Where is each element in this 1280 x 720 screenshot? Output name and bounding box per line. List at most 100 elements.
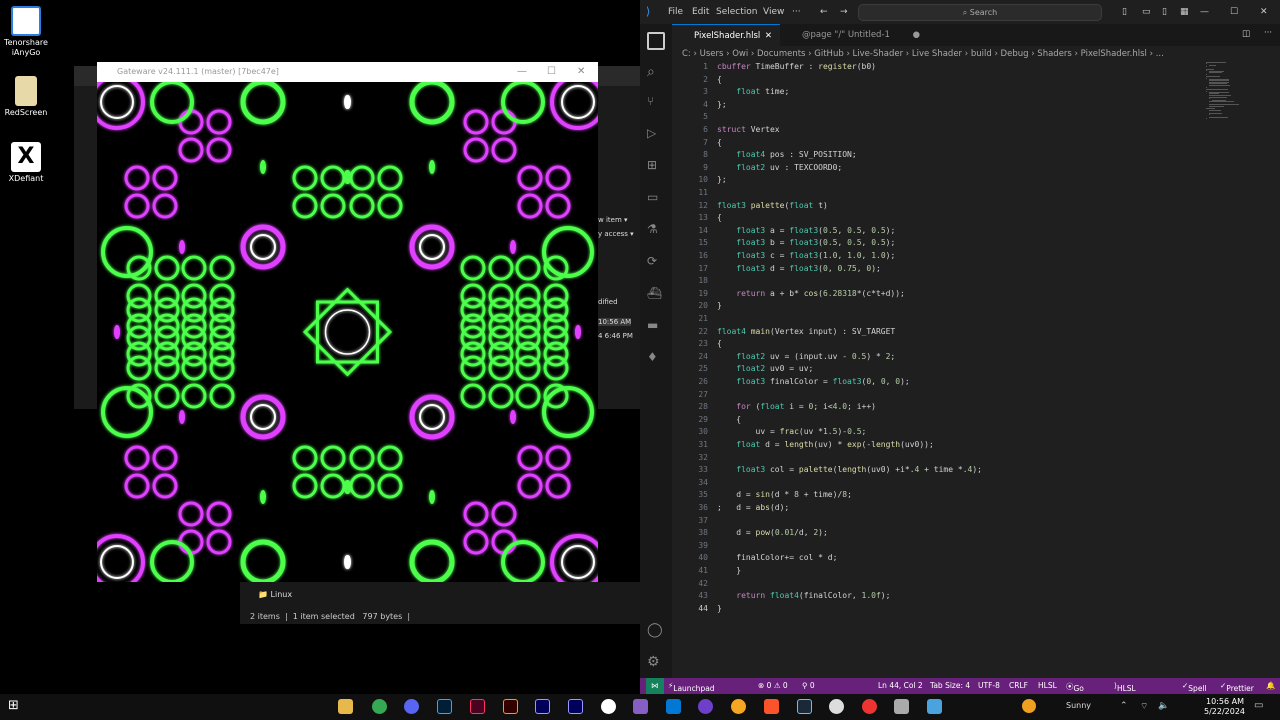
gateware-titlebar[interactable]: Gateware v24.111.1 (master) [7bec47e] — … [97,62,598,82]
steam-taskbar-icon[interactable] [797,699,812,714]
code-line[interactable]: return float4(finalColor, 1.0f); [717,591,890,600]
network-icon[interactable]: ⌔ [1140,701,1148,712]
menu-edit[interactable]: Edit [692,7,709,17]
command-search-box[interactable]: ⌕ Search [858,4,1102,21]
code-line[interactable]: uv = frac(uv *1.5)-0.5; [717,427,867,436]
code-line[interactable]: return a + b* cos(6.28318*(c*t+d)); [717,289,905,298]
code-line[interactable]: { [717,339,722,348]
code-line[interactable]: } [717,604,722,613]
account-icon[interactable]: ◯ [647,622,665,640]
visual-studio-taskbar-icon[interactable] [633,699,648,714]
status-tab-size[interactable]: Tab Size: 4 [930,681,970,690]
minimize-button[interactable]: — [517,62,527,82]
code-line[interactable]: float3 d = float3(0, 0.75, 0); [717,264,881,273]
illustrator-taskbar-icon[interactable] [503,699,518,714]
code-line[interactable]: cbuffer TimeBuffer : register(b0) [717,62,876,71]
more-actions-icon[interactable]: ··· [1264,28,1272,38]
code-line[interactable]: float3 c = float3(1.0, 1.0, 1.0); [717,251,895,260]
folder-item-linux[interactable]: 📁 Linux [258,590,292,599]
split-editor-icon[interactable]: ◫ [1242,29,1250,39]
code-line[interactable]: ; d = abs(d); [717,503,789,512]
layout-panel-icon[interactable]: ▭ [1142,7,1151,17]
blender-taskbar-icon[interactable] [731,699,746,714]
code-line[interactable]: } [717,566,741,575]
desktop-icon-tenorshare[interactable]: Tenorshare iAnyGo [4,6,48,58]
layout-sidebar-icon[interactable]: ▯ [1122,7,1127,17]
docker-icon[interactable]: ⛴ [647,286,665,304]
windows-start-icon[interactable]: ⊞ [8,698,23,713]
tray-chevron-icon[interactable]: ⌃ [1120,701,1128,711]
close-button[interactable]: ✕ [577,62,585,82]
code-line[interactable]: float3 col = palette(length(uv0) +i*.4 +… [717,465,982,474]
app-taskbar-icon[interactable] [927,699,942,714]
code-line[interactable]: d = sin(d * 8 + time)/8; [717,490,852,499]
code-line[interactable]: d = pow(0.01/d, 2); [717,528,828,537]
window-maximize-button[interactable]: ☐ [1230,7,1238,17]
unreal-taskbar-icon[interactable] [601,699,616,714]
file-explorer-taskbar-icon[interactable] [338,699,353,714]
menu-file[interactable]: File [668,7,683,17]
gateware-window[interactable]: Gateware v24.111.1 (master) [7bec47e] — … [97,62,598,582]
explorer-menu-new-item[interactable]: w item ▾ [598,216,628,224]
menu-more[interactable]: ··· [792,7,801,17]
obs-taskbar-icon[interactable] [829,699,844,714]
brave-taskbar-icon[interactable] [764,699,779,714]
code-line[interactable]: float4 pos : SV_POSITION; [717,150,856,159]
code-line[interactable]: float2 uv = (input.uv - 0.5) * 2; [717,352,895,361]
github-taskbar-icon[interactable] [698,699,713,714]
premiere-taskbar-icon[interactable] [568,699,583,714]
code-line[interactable]: { [717,213,722,222]
after-effects-taskbar-icon[interactable] [535,699,550,714]
status-eol[interactable]: CRLF [1009,681,1028,690]
search-icon[interactable]: ⌕ [647,64,665,82]
tab-untitled[interactable]: @page "/" Untitled-1 ● [780,24,932,46]
remote-explorer-icon[interactable]: ▭ [647,190,665,208]
notification-center-icon[interactable]: ▭ [1254,700,1263,711]
status-encoding[interactable]: UTF-8 [978,681,1000,690]
vscode-window[interactable]: ⟩ File Edit Selection View ··· ← → ⌕ Sea… [640,0,1280,678]
settings-gear-icon[interactable]: ⚙ [647,654,665,672]
menu-view[interactable]: View [763,7,784,17]
code-line[interactable]: float4 main(Vertex input) : SV_TARGET [717,327,895,336]
breadcrumb[interactable]: C: › Users › Owi › Documents › GitHub › … [672,46,1280,62]
leaf-icon[interactable]: ♦ [647,350,665,368]
window-close-button[interactable]: ✕ [1260,7,1268,17]
app-taskbar-icon[interactable] [894,699,909,714]
source-control-icon[interactable]: ⑂ [647,94,665,112]
status-prettier[interactable]: ✓ Prettier [1220,681,1254,693]
code-line[interactable]: } [717,301,722,310]
back-arrow-icon[interactable]: ← [820,7,828,17]
status-language[interactable]: HLSL [1038,681,1057,690]
discord-taskbar-icon[interactable] [404,699,419,714]
explorer-column-modified[interactable]: dified [598,298,618,306]
shader-render-canvas[interactable] [97,82,598,582]
status-hlsl-tools[interactable]: ⟩ HLSL Tools [1114,681,1136,702]
code-line[interactable]: float d = length(uv) * exp(-length(uv0))… [717,440,934,449]
status-go-live[interactable]: ⦿ Go Live [1066,681,1089,702]
volume-icon[interactable]: 🔈 [1158,701,1169,711]
desktop-icon-xdefiant[interactable]: X XDefiant [4,142,48,184]
explorer-menu-access[interactable]: y access ▾ [598,230,634,238]
code-line[interactable]: struct Vertex [717,125,780,134]
terminal-icon[interactable]: ▬ [647,318,665,336]
code-line[interactable]: float2 uv : TEXCOORD0; [717,163,842,172]
explorer-icon[interactable] [647,32,665,50]
extensions-icon[interactable]: ⊞ [647,158,665,176]
app-taskbar-icon[interactable] [862,699,877,714]
live-share-icon[interactable]: ⟳ [647,254,665,272]
status-spell[interactable]: ✓ Spell [1182,681,1207,693]
code-line[interactable]: finalColor+= col * d; [717,553,837,562]
run-debug-icon[interactable]: ▷ [647,126,665,144]
tab-pixelshader[interactable]: PixelShader.hlsl ✕ [672,24,780,46]
explorer-row-date[interactable]: 4 6:46 PM [598,332,633,340]
window-minimize-button[interactable]: — [1200,7,1209,17]
layout-secondary-icon[interactable]: ▯ [1162,7,1167,17]
code-line[interactable]: float3 finalColor = float3(0, 0, 0); [717,377,909,386]
testing-icon[interactable]: ⚗ [647,222,665,240]
status-cursor-position[interactable]: Ln 44, Col 2 [878,681,923,690]
code-line[interactable]: float time; [717,87,789,96]
status-launchpad[interactable]: ⚡ Launchpad [668,681,715,693]
code-line[interactable]: }; [717,175,727,184]
code-line[interactable]: float2 uv0 = uv; [717,364,813,373]
status-ports[interactable]: ⚲ 0 [802,681,815,690]
